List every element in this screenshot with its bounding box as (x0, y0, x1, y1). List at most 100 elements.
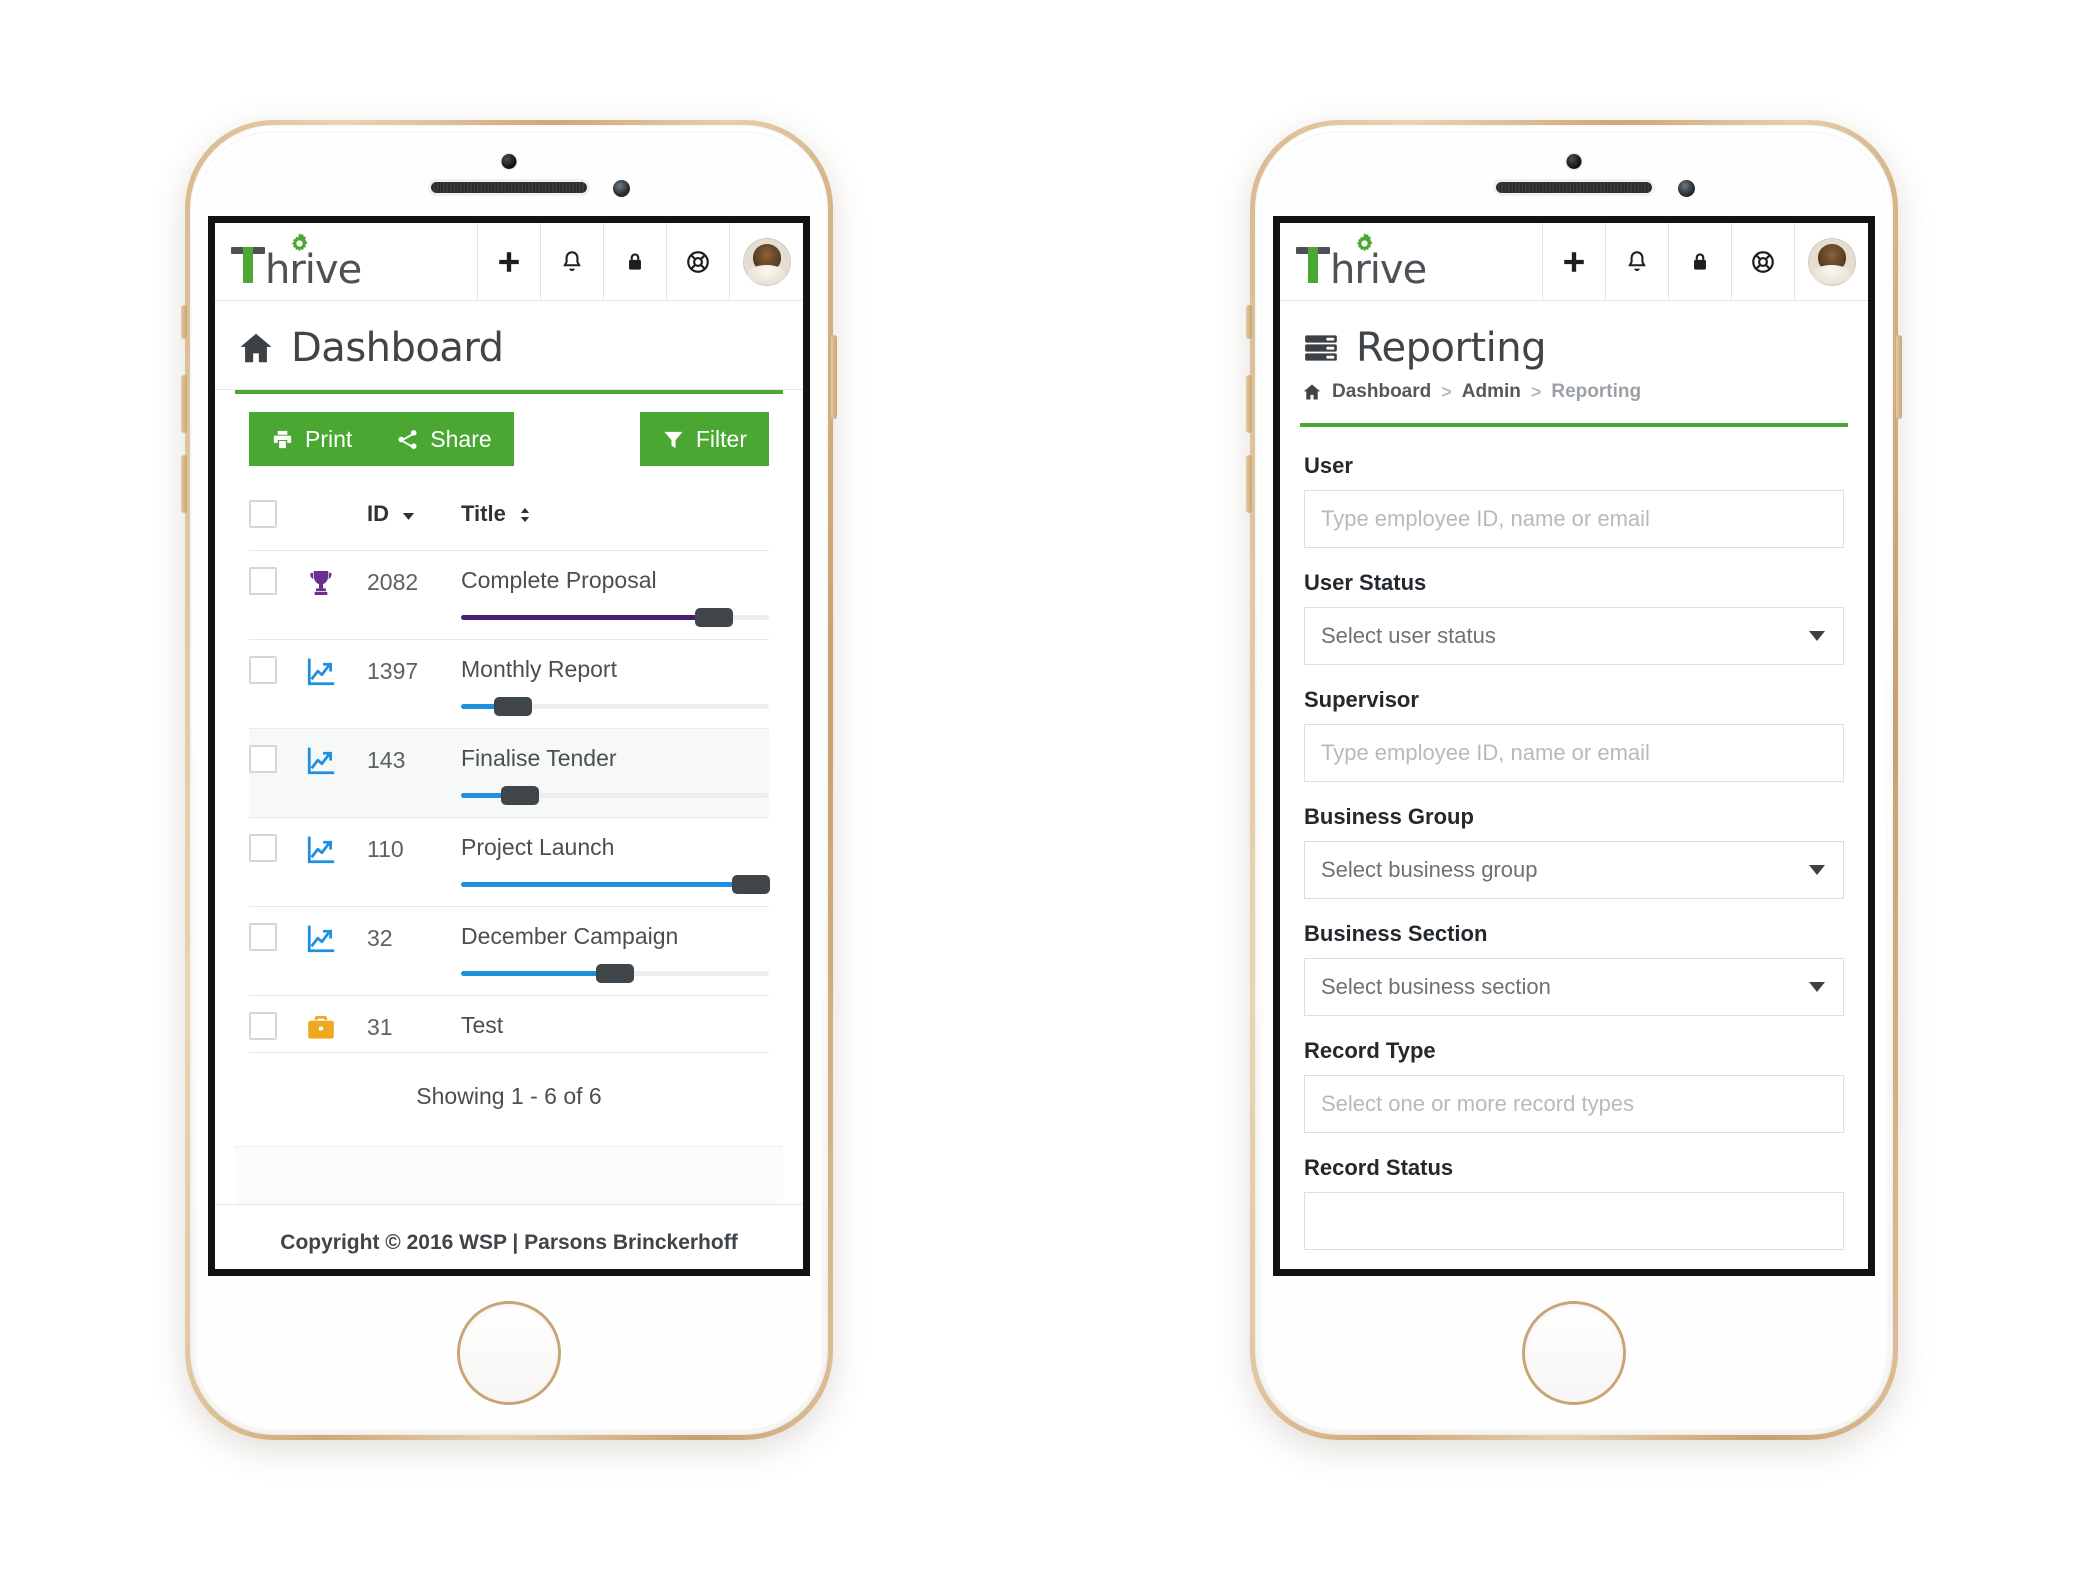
progress-slider[interactable] (461, 785, 769, 807)
brand-logo[interactable]: hrive (215, 223, 477, 300)
home-icon (1303, 384, 1321, 400)
mute-switch[interactable] (181, 305, 187, 339)
row-type-cell (305, 817, 367, 907)
table-row[interactable]: 32 December Campaign (249, 906, 769, 996)
card-footer (235, 1146, 783, 1204)
user-menu[interactable] (729, 223, 803, 300)
proximity-sensor (1678, 180, 1695, 197)
chart-line-icon (305, 745, 337, 777)
home-button[interactable] (1525, 1304, 1623, 1402)
row-checkbox[interactable] (249, 745, 277, 773)
id-header[interactable]: ID (367, 482, 461, 551)
row-id: 110 (367, 836, 404, 862)
earpiece-speaker (1496, 182, 1652, 193)
brand-logo[interactable]: hrive (1280, 223, 1542, 300)
power-button[interactable] (1896, 335, 1902, 419)
filter-button[interactable]: Filter (639, 412, 769, 466)
slider-handle[interactable] (694, 608, 733, 627)
row-id: 32 (367, 925, 393, 951)
chevron-down-icon (1809, 631, 1825, 641)
title-header[interactable]: Title (461, 482, 769, 551)
progress-slider[interactable] (461, 607, 769, 629)
row-checkbox[interactable] (249, 923, 277, 951)
row-id-cell: 1397 (367, 639, 461, 729)
table-row[interactable]: 2082 Complete Proposal (249, 550, 769, 640)
life-ring-icon (1752, 250, 1774, 273)
user-field[interactable]: Type employee ID, name or email (1304, 490, 1844, 548)
business-section-select[interactable]: Select business section (1304, 958, 1844, 1016)
lock-icon (1694, 252, 1706, 270)
slider-fill (461, 882, 751, 887)
support-button[interactable] (666, 223, 729, 300)
form-group: Business Group Select business group (1300, 804, 1848, 899)
notifications-button[interactable] (1605, 223, 1668, 300)
row-checkbox[interactable] (249, 567, 277, 595)
row-type-cell (305, 995, 367, 1053)
record-type-field[interactable]: Select one or more record types (1304, 1075, 1844, 1133)
avatar (742, 237, 791, 286)
row-id-cell: 32 (367, 906, 461, 996)
row-checkbox[interactable] (249, 656, 277, 684)
dashboard-card: Print Share Filter ID Title 2082 Complet… (235, 390, 783, 1204)
avatar (1807, 237, 1856, 286)
notifications-button[interactable] (540, 223, 603, 300)
volume-down-button[interactable] (181, 455, 187, 513)
user-status-select[interactable]: Select user status (1304, 607, 1844, 665)
table-row[interactable]: 1397 Monthly Report (249, 639, 769, 729)
slider-handle[interactable] (731, 875, 770, 894)
user-menu[interactable] (1794, 223, 1868, 300)
mute-switch[interactable] (1246, 305, 1252, 339)
field-placeholder: Select business section (1321, 974, 1551, 999)
add-button[interactable] (477, 223, 540, 300)
plus-icon (1564, 251, 1584, 272)
lock-button[interactable] (1668, 223, 1731, 300)
row-id: 1397 (367, 658, 419, 684)
breadcrumb-item-dashboard[interactable]: Dashboard (1332, 381, 1431, 403)
supervisor-field[interactable]: Type employee ID, name or email (1304, 724, 1844, 782)
progress-slider[interactable] (461, 696, 769, 718)
slider-handle[interactable] (596, 964, 634, 983)
print-button[interactable]: Print (249, 412, 375, 466)
record-status-field[interactable] (1304, 1192, 1844, 1250)
home-button[interactable] (460, 1304, 558, 1402)
row-title: Test (461, 1012, 504, 1038)
form-fields: User Type employee ID, name or email User … (1300, 453, 1848, 1250)
row-type-cell (305, 639, 367, 729)
volume-up-button[interactable] (181, 375, 187, 433)
progress-slider[interactable] (461, 963, 769, 985)
row-checkbox[interactable] (249, 1012, 277, 1040)
progress-slider[interactable] (461, 874, 770, 896)
reporting-filter-form: User Type employee ID, name or email User … (1300, 423, 1848, 1250)
support-button[interactable] (1731, 223, 1794, 300)
breadcrumb-item-admin[interactable]: Admin (1462, 381, 1521, 403)
plus-icon (499, 251, 519, 272)
form-group: Record Type Select one or more record typ… (1300, 1038, 1848, 1133)
volume-down-button[interactable] (1246, 455, 1252, 513)
phone-screen-left: hrive Dashboard Print Share Filter ID Ti… (208, 216, 810, 1276)
page-title: Reporting (1356, 325, 1546, 371)
card-body: Print Share Filter ID Title 2082 Complet… (235, 394, 783, 1146)
volume-up-button[interactable] (1246, 375, 1252, 433)
row-checkbox[interactable] (249, 834, 277, 862)
row-select-cell (249, 639, 305, 729)
printer-icon (273, 430, 292, 448)
table-row[interactable]: 143 Finalise Tender (249, 728, 769, 818)
phone-device-left: hrive Dashboard Print Share Filter ID Ti… (181, 120, 837, 1440)
row-title: Finalise Tender (461, 745, 617, 771)
app-viewport: hrive (1280, 223, 1868, 1269)
slider-handle[interactable] (500, 786, 539, 805)
filter-icon (664, 431, 683, 448)
share-button[interactable]: Share (374, 412, 514, 466)
breadcrumb-item-reporting: Reporting (1551, 381, 1642, 402)
select-all-checkbox[interactable] (249, 500, 277, 528)
add-button[interactable] (1542, 223, 1605, 300)
slider-handle[interactable] (494, 697, 533, 716)
form-group: Supervisor Type employee ID, name or emai… (1300, 687, 1848, 782)
table-row[interactable]: 110 Project Launch (249, 817, 770, 907)
power-button[interactable] (831, 335, 837, 419)
print-label: Print (305, 425, 353, 452)
table-row[interactable]: 31 Test (249, 995, 769, 1053)
lock-button[interactable] (603, 223, 666, 300)
logo-letter-t (231, 237, 267, 283)
business-group-select[interactable]: Select business group (1304, 841, 1844, 899)
